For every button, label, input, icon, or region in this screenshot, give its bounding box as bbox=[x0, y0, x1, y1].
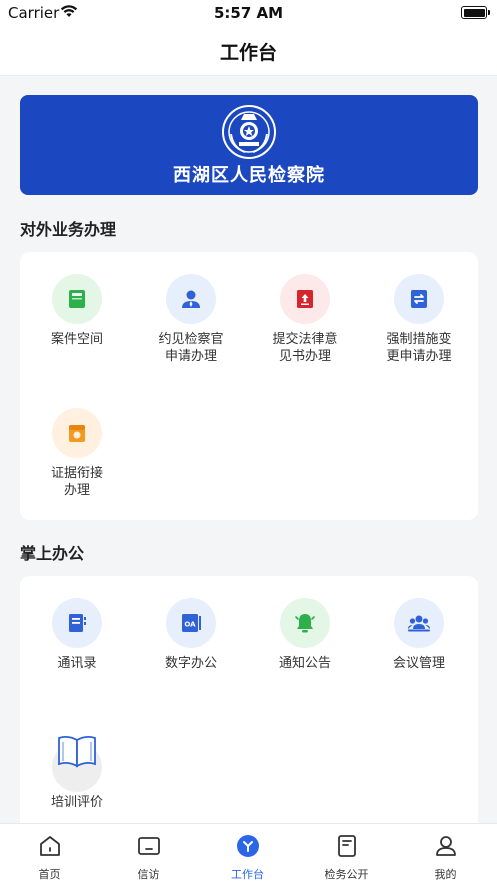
tile-contacts[interactable]: 通讯录 bbox=[20, 598, 134, 688]
book-icon bbox=[52, 274, 102, 324]
tab-bar: 首页 信访 工作台 检务公开 我的 bbox=[0, 823, 497, 883]
navigation-bar: 工作台 bbox=[0, 26, 497, 76]
tile-label: 数字办公 bbox=[164, 656, 217, 671]
tile-label: 案件空间 bbox=[50, 332, 103, 347]
tile-meet-prosecutor[interactable]: 约见检察官 申请办理 bbox=[134, 274, 248, 384]
home-icon bbox=[40, 836, 60, 856]
tile-evidence[interactable]: 证据衔接 办理 bbox=[20, 408, 134, 518]
svg-text:OA: OA bbox=[184, 621, 196, 629]
tab-label: 检务公开 bbox=[324, 868, 369, 881]
business-card: 案件空间 约见检察官 申请办理 提交法律意 见书办理 强制措施变 更申请办理 证… bbox=[20, 252, 478, 520]
tile-digital-office[interactable]: OA 数字办公 bbox=[134, 598, 248, 688]
tab-label: 我的 bbox=[434, 868, 457, 881]
open-book-icon bbox=[52, 735, 102, 792]
legal-book-icon bbox=[280, 274, 330, 324]
banner-title: 西湖区人民检察院 bbox=[173, 165, 325, 186]
procuratorate-banner[interactable]: 西湖区人民检察院 bbox=[20, 95, 478, 195]
tab-label: 信访 bbox=[137, 868, 160, 881]
tab-label: 工作台 bbox=[231, 868, 264, 881]
page-title: 工作台 bbox=[219, 42, 277, 64]
oa-icon: OA bbox=[166, 598, 216, 648]
tab-workbench[interactable]: 工作台 bbox=[198, 824, 297, 883]
tile-notices[interactable]: 通知公告 bbox=[248, 598, 362, 688]
section-title-business: 对外业务办理 bbox=[20, 220, 117, 239]
tile-label: 通讯录 bbox=[57, 656, 97, 671]
tile-meetings[interactable]: 会议管理 bbox=[362, 598, 476, 688]
tab-profile[interactable]: 我的 bbox=[396, 824, 495, 883]
office-card: 通讯录 OA 数字办公 通知公告 会议管理 培训评价 bbox=[20, 576, 478, 824]
tab-petition[interactable]: 信访 bbox=[99, 824, 198, 883]
tab-home[interactable]: 首页 bbox=[0, 824, 99, 883]
monitor-icon bbox=[138, 837, 160, 855]
contacts-icon bbox=[52, 598, 102, 648]
meeting-icon bbox=[394, 598, 444, 648]
swap-icon bbox=[394, 274, 444, 324]
bell-icon bbox=[280, 598, 330, 648]
tab-public-affairs[interactable]: 检务公开 bbox=[297, 824, 396, 883]
tile-coercive-measure[interactable]: 强制措施变 更申请办理 bbox=[362, 274, 476, 384]
person-icon bbox=[166, 274, 216, 324]
tile-training[interactable]: 培训评价 bbox=[20, 732, 134, 822]
tile-label: 证据衔接 办理 bbox=[50, 466, 103, 498]
tile-label: 会议管理 bbox=[392, 656, 445, 671]
tile-label: 提交法律意 见书办理 bbox=[272, 332, 338, 364]
wallet-icon bbox=[52, 408, 102, 458]
tab-label: 首页 bbox=[38, 868, 61, 881]
tile-label: 强制措施变 更申请办理 bbox=[386, 332, 452, 364]
tile-label: 培训评价 bbox=[50, 795, 103, 810]
battery-icon bbox=[461, 6, 490, 19]
tile-legal-opinion[interactable]: 提交法律意 见书办理 bbox=[248, 274, 362, 384]
tile-case-space[interactable]: 案件空间 bbox=[20, 274, 134, 384]
clock: 5:57 AM bbox=[213, 4, 284, 22]
document-icon bbox=[338, 835, 356, 857]
tile-label: 约见检察官 申请办理 bbox=[158, 332, 224, 364]
status-bar: Carrier 5:57 AM bbox=[0, 0, 497, 26]
workbench-icon bbox=[237, 835, 259, 857]
procuratorate-emblem-icon bbox=[222, 105, 276, 159]
tile-label: 通知公告 bbox=[278, 656, 331, 671]
user-icon bbox=[436, 836, 456, 856]
section-title-office: 掌上办公 bbox=[20, 544, 85, 563]
